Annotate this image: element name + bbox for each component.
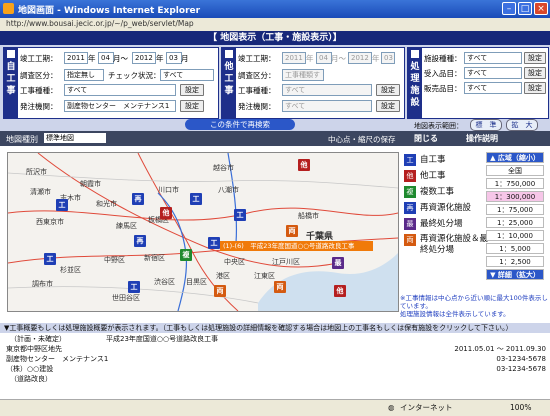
survey-select[interactable]: 指定無し (64, 69, 104, 81)
other-construction-icon: 他 (404, 169, 416, 182)
own-construction-marker[interactable]: 工 (56, 199, 68, 211)
own-construction-marker[interactable]: 工 (208, 237, 220, 249)
scale-option[interactable]: 1：25,000 (486, 217, 544, 228)
facility-checkbox[interactable] (411, 50, 419, 58)
sale-item-field[interactable]: すべて (464, 82, 522, 94)
legend-item-landfill: 最最終処分場 (404, 216, 463, 232)
maximize-button[interactable]: □ (518, 2, 532, 15)
from-year-input[interactable]: 2011 (64, 52, 88, 64)
combined-facility-marker[interactable]: 両 (214, 285, 226, 297)
orderer-set-button[interactable]: 設定 (180, 100, 204, 112)
own-construction-group: 自 工 事 竣工工期： 2011 年 04 月～ 2012 年 03 月 調査区… (3, 47, 219, 119)
minimize-button[interactable]: – (502, 2, 516, 15)
address-bar[interactable]: http://www.bousai.jecic.or.jp/~/p_web/se… (0, 18, 550, 32)
url-text[interactable]: http://www.bousai.jecic.or.jp/~/p_web/se… (6, 19, 194, 28)
help-button[interactable]: 操作説明 (466, 133, 498, 144)
own-construction-marker[interactable]: 工 (128, 281, 140, 293)
construction-detail: （計画・未確定） 平成23年度国道○○号道路改良工事 東京都中野区地先 2011… (6, 335, 546, 383)
landfill-icon: 最 (404, 217, 416, 230)
scale-option[interactable]: 1：5,000 (486, 243, 544, 254)
recycle-facility-marker[interactable]: 再 (132, 193, 144, 205)
kind-field[interactable]: すべて (64, 84, 176, 96)
construction-popup[interactable]: (1)-(6) 平成23年度国道○○号道路改良工事 (220, 241, 373, 251)
search-bar: この条件で再検索 地図表示範囲： (0, 119, 550, 131)
large-range-button[interactable]: 拡 大 (506, 119, 538, 131)
combined-facility-marker[interactable]: 両 (274, 281, 286, 293)
construction-title-link[interactable]: 平成23年度国道○○号道路改良工事 (106, 335, 218, 345)
map-legend: 工自工事 他他工事 複複数工事 再再資源化施設 最最終処分場 両再資源化施設＆最… (400, 152, 488, 292)
own-construction-tab[interactable]: 自 工 事 (4, 48, 18, 118)
recycle-facility-marker[interactable]: 再 (134, 235, 146, 247)
map-note: ※工事情報は中心点から近い順に最大100件表示しています。 処理施設情報は全件表… (400, 294, 548, 318)
combined-facility-icon: 両 (404, 234, 416, 246)
scale-option[interactable]: 1：75,000 (486, 204, 544, 215)
facility-group: 処 理 施 設 施設種種： すべて 設定 受入品目： すべて 設定 販売品目： … (407, 47, 549, 119)
globe-icon: ◍ (388, 403, 395, 412)
page-header: 【 地図表示（工事・施設表示）】 (0, 31, 550, 45)
other-construction-marker[interactable]: 他 (298, 159, 310, 171)
search-form: 自 工 事 竣工工期： 2011 年 04 月～ 2012 年 03 月 調査区… (0, 45, 550, 119)
own-construction-marker[interactable]: 工 (190, 193, 202, 205)
scale-option-selected[interactable]: 1：300,000 (486, 191, 544, 202)
other-construction-tab[interactable]: 他 工 事 (222, 48, 236, 118)
other-construction-marker[interactable]: 他 (334, 285, 346, 297)
to-year-input[interactable]: 2012 (132, 52, 156, 64)
facility-tab[interactable]: 処 理 施 設 (408, 48, 422, 118)
kind-set-button[interactable]: 設定 (180, 84, 204, 96)
landfill-marker[interactable]: 最 (332, 257, 344, 269)
legend-item-recycle: 再再資源化施設 (404, 200, 471, 216)
window-titlebar: 地図画面 - Windows Internet Explorer – □ × (0, 0, 550, 18)
info-bar: ▼工事概要もしくは処理施設概要が表示されます。（工事もしくは処理施設の詳細情報を… (0, 323, 550, 333)
from-month-input[interactable]: 04 (98, 52, 114, 64)
legend-item-multiple: 複複数工事 (404, 184, 454, 200)
own-construction-icon: 工 (404, 153, 416, 166)
research-button[interactable]: この条件で再検索 (185, 119, 295, 130)
map-toolbar: 地図種別 標準地図 中心点・縮尺の保存 閉じる 操作説明 標 準 拡 大 (0, 119, 550, 146)
facility-kind-field[interactable]: すべて (464, 52, 522, 64)
accept-item-field[interactable]: すべて (464, 67, 522, 79)
close-window-button[interactable]: × (534, 2, 548, 15)
other-construction-group: 他 工 事 竣工工期： 2011 年 04 月～ 2012 年 03 調査区分：… (221, 47, 405, 119)
scale-option[interactable]: 全国 (486, 165, 544, 176)
multiple-construction-icon: 複 (404, 185, 416, 198)
zoom-out-button[interactable]: ▲ 広域（縮小） (486, 152, 544, 163)
window-title: 地図画面 - Windows Internet Explorer (18, 6, 201, 16)
zoom-in-button[interactable]: ▼ 詳細（拡大） (486, 269, 544, 280)
close-map-button[interactable]: 閉じる (414, 133, 438, 144)
own-construction-checkbox[interactable] (7, 50, 15, 58)
map-kind-select[interactable]: 標準地図 (44, 133, 106, 143)
legend-item-combined: 両再資源化施設＆最終処分場 (404, 234, 488, 255)
other-construction-marker[interactable]: 他 (160, 207, 172, 219)
legend-item-own: 工自工事 (404, 152, 446, 168)
save-center-button[interactable]: 中心点・縮尺の保存 (328, 134, 396, 145)
scale-option[interactable]: 1：750,000 (486, 178, 544, 189)
check-status-select[interactable]: すべて (160, 69, 214, 81)
own-construction-marker[interactable]: 工 (44, 253, 56, 265)
other-construction-checkbox[interactable] (225, 50, 233, 58)
status-bar: ◍ インターネット 100% (0, 399, 550, 416)
period-label: 竣工工期： (20, 54, 58, 63)
multiple-construction-marker[interactable]: 複 (180, 249, 192, 261)
map-range-label: 地図表示範囲： (414, 122, 463, 130)
zone-label: インターネット (400, 403, 453, 412)
zoom-level[interactable]: 100% (510, 400, 531, 416)
combined-facility-marker[interactable]: 両 (286, 225, 298, 237)
scale-option[interactable]: 1：10,000 (486, 230, 544, 241)
map-canvas[interactable]: 所沢市 清瀬市 朝霞市 志木市 和光市 川口市 越谷市 八潮市 西東京市 練馬区… (7, 152, 399, 312)
legend-item-other: 他他工事 (404, 168, 446, 184)
to-month-input[interactable]: 03 (166, 52, 182, 64)
standard-range-button[interactable]: 標 準 (470, 119, 502, 131)
ie-icon (3, 3, 14, 14)
scale-option[interactable]: 1：2,500 (486, 256, 544, 267)
orderer-field[interactable]: 副産物センター メンテナンス1 (64, 100, 176, 112)
recycle-facility-icon: 再 (404, 201, 416, 214)
own-construction-marker[interactable]: 工 (234, 209, 246, 221)
